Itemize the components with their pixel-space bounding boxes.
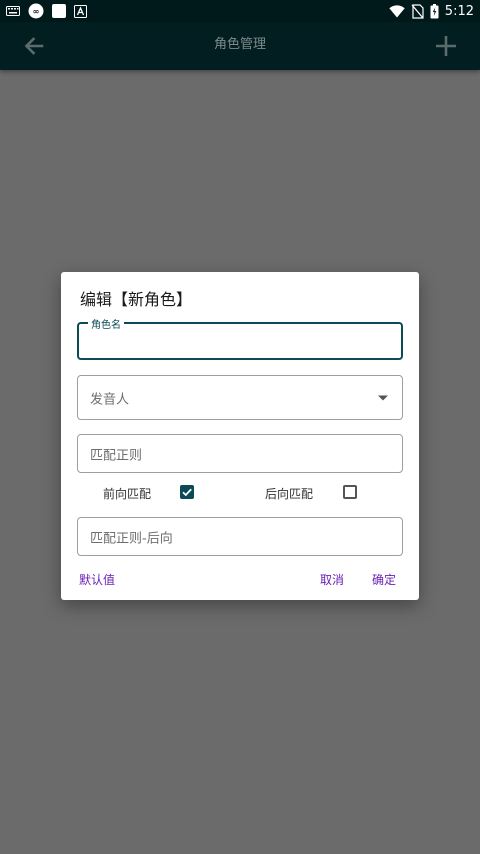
edit-role-dialog: 编辑【新角色】 角色名 发音人 匹配正则 前向匹配 后向匹配 匹配正则-后向 默 <box>61 272 419 600</box>
add-button[interactable] <box>430 30 462 62</box>
forward-match-label: 前向匹配 <box>103 487 152 501</box>
backward-match-checkbox[interactable] <box>343 485 357 499</box>
regex-backward-placeholder: 匹配正则-后向 <box>90 531 173 546</box>
status-right-icons: 5:12 <box>389 2 474 20</box>
dropdown-arrow-icon <box>378 395 388 400</box>
regex-input[interactable]: 匹配正则 <box>77 434 403 473</box>
match-options-row: 前向匹配 后向匹配 <box>61 484 419 504</box>
no-sim-icon <box>411 3 424 19</box>
regex-backward-input[interactable]: 匹配正则-后向 <box>77 517 403 556</box>
white-square-app-icon <box>52 4 66 18</box>
check-icon <box>182 488 192 497</box>
screen: ∞ 5:12 角色管理 编辑【新角色】 角色名 发音人 匹配正则 前向匹配 后向… <box>0 0 480 854</box>
confirm-button[interactable]: 确定 <box>372 571 396 588</box>
default-button[interactable]: 默认值 <box>79 571 115 588</box>
svg-text:∞: ∞ <box>33 7 40 16</box>
a-letter-app-icon <box>74 4 87 18</box>
dialog-title: 编辑【新角色】 <box>80 290 193 309</box>
wifi-icon <box>389 4 405 18</box>
regex-placeholder: 匹配正则 <box>90 448 143 463</box>
status-left-icons: ∞ <box>6 2 87 20</box>
role-name-label: 角色名 <box>88 316 124 331</box>
app-bar-title: 角色管理 <box>213 37 266 52</box>
forward-match-checkbox[interactable] <box>180 485 194 499</box>
cloud-app-icon: ∞ <box>28 3 44 19</box>
speaker-placeholder: 发音人 <box>90 392 130 407</box>
keyboard-icon <box>6 6 20 16</box>
battery-icon <box>430 3 439 19</box>
status-time: 5:12 <box>444 3 474 19</box>
speaker-dropdown[interactable]: 发音人 <box>77 375 403 420</box>
plus-icon <box>436 36 456 56</box>
role-name-input[interactable]: 角色名 <box>77 316 403 360</box>
backward-match-label: 后向匹配 <box>265 487 314 501</box>
status-bar: ∞ 5:12 <box>0 0 480 22</box>
app-bar: 角色管理 <box>0 22 480 70</box>
cancel-button[interactable]: 取消 <box>320 571 344 588</box>
